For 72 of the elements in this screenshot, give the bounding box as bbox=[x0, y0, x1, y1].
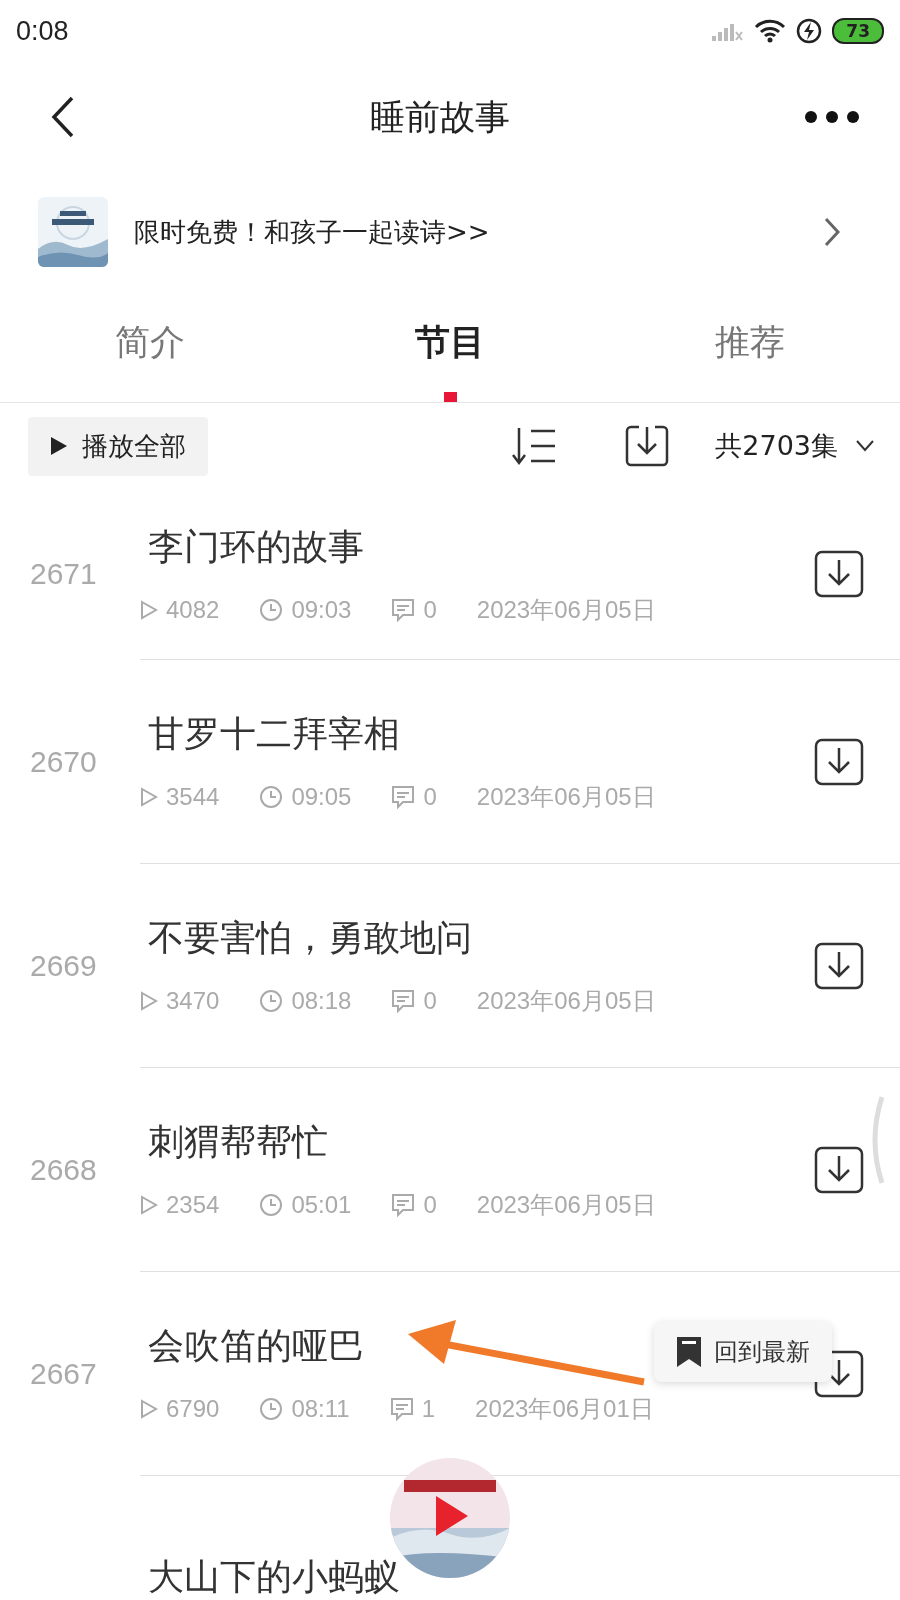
clock-icon bbox=[259, 1397, 284, 1421]
download-icon[interactable] bbox=[814, 737, 864, 786]
play-count: 2354 bbox=[166, 1191, 220, 1219]
publish-date: 2023年06月05日 bbox=[476, 782, 656, 812]
clock-icon bbox=[259, 785, 284, 809]
tab[interactable]: 节目 bbox=[300, 282, 600, 402]
download-icon[interactable] bbox=[814, 1145, 864, 1194]
play-count: 4082 bbox=[166, 595, 220, 624]
play-count-icon bbox=[140, 1195, 158, 1215]
tab-indicator bbox=[444, 392, 457, 402]
episode-number: 2669 bbox=[30, 948, 97, 983]
publish-date: 2023年06月01日 bbox=[475, 1394, 654, 1424]
tab[interactable]: 简介 bbox=[0, 282, 300, 402]
comment-count: 0 bbox=[423, 1191, 437, 1219]
episode-number: 2667 bbox=[30, 1356, 97, 1391]
duration: 09:05 bbox=[291, 783, 352, 811]
comment-count: 0 bbox=[423, 783, 437, 811]
episode-title[interactable]: 会吹笛的哑巴 bbox=[148, 1322, 364, 1371]
back-icon[interactable] bbox=[50, 96, 76, 138]
page-title: 睡前故事 bbox=[370, 95, 510, 139]
status-time: 0:08 bbox=[16, 15, 69, 47]
clock-icon bbox=[259, 1193, 284, 1217]
clock-icon bbox=[259, 597, 284, 622]
comment-count: 0 bbox=[423, 595, 437, 624]
comment-icon bbox=[391, 1193, 416, 1217]
duration: 08:18 bbox=[291, 987, 352, 1015]
play-count-icon bbox=[140, 787, 158, 807]
banner-text: 限时免费！和孩子一起读诗>> bbox=[134, 215, 491, 249]
sort-icon[interactable] bbox=[511, 426, 558, 466]
clock-icon bbox=[259, 989, 284, 1013]
episode-title[interactable]: 不要害怕，勇敢地问 bbox=[148, 914, 472, 963]
episode-title[interactable]: 大山下的小蚂蚁 bbox=[148, 1553, 400, 1600]
episode-number: 2670 bbox=[30, 744, 97, 779]
wifi-icon bbox=[754, 19, 787, 43]
promo-banner[interactable]: 限时免费！和孩子一起读诗>> bbox=[0, 192, 900, 272]
play-icon bbox=[50, 436, 68, 456]
episode-count[interactable]: 共2703集 bbox=[715, 428, 838, 464]
charging-icon bbox=[796, 18, 823, 44]
duration: 09:03 bbox=[291, 595, 352, 624]
episode-title[interactable]: 李门环的故事 bbox=[148, 522, 364, 572]
back-to-latest-button[interactable]: 回到最新 bbox=[654, 1322, 832, 1382]
comment-icon bbox=[389, 1397, 414, 1421]
comment-count: 0 bbox=[423, 987, 437, 1015]
publish-date: 2023年06月05日 bbox=[476, 594, 656, 625]
download-icon[interactable] bbox=[814, 941, 864, 990]
chevron-down-icon[interactable] bbox=[856, 440, 874, 452]
battery-level: 73 bbox=[832, 18, 884, 44]
publish-date: 2023年06月05日 bbox=[476, 1190, 656, 1220]
play-count: 3470 bbox=[166, 987, 220, 1015]
episode-title[interactable]: 刺猬帮帮忙 bbox=[148, 1118, 328, 1167]
comment-icon bbox=[391, 785, 416, 809]
play-count: 3544 bbox=[166, 783, 220, 811]
episode-number: 2668 bbox=[30, 1152, 97, 1187]
episode-title[interactable]: 甘罗十二拜宰相 bbox=[148, 710, 400, 759]
episode-number: 2671 bbox=[30, 557, 97, 591]
play-count: 6790 bbox=[166, 1395, 220, 1423]
publish-date: 2023年06月05日 bbox=[476, 986, 656, 1016]
play-count-icon bbox=[140, 991, 158, 1011]
bookmark-icon bbox=[676, 1336, 702, 1368]
download-icon[interactable] bbox=[625, 424, 670, 468]
more-icon[interactable] bbox=[804, 110, 860, 124]
tab[interactable]: 推荐 bbox=[600, 282, 900, 402]
play-count-icon bbox=[140, 1399, 158, 1419]
comment-icon bbox=[391, 597, 416, 622]
play-count-icon bbox=[140, 599, 158, 620]
duration: 05:01 bbox=[291, 1191, 352, 1219]
download-icon[interactable] bbox=[814, 550, 864, 598]
duration: 08:11 bbox=[291, 1395, 350, 1423]
play-all-button[interactable]: 播放全部 bbox=[28, 416, 208, 476]
chevron-right-icon bbox=[824, 217, 840, 247]
comment-count: 1 bbox=[421, 1395, 436, 1423]
comment-icon bbox=[391, 989, 416, 1013]
